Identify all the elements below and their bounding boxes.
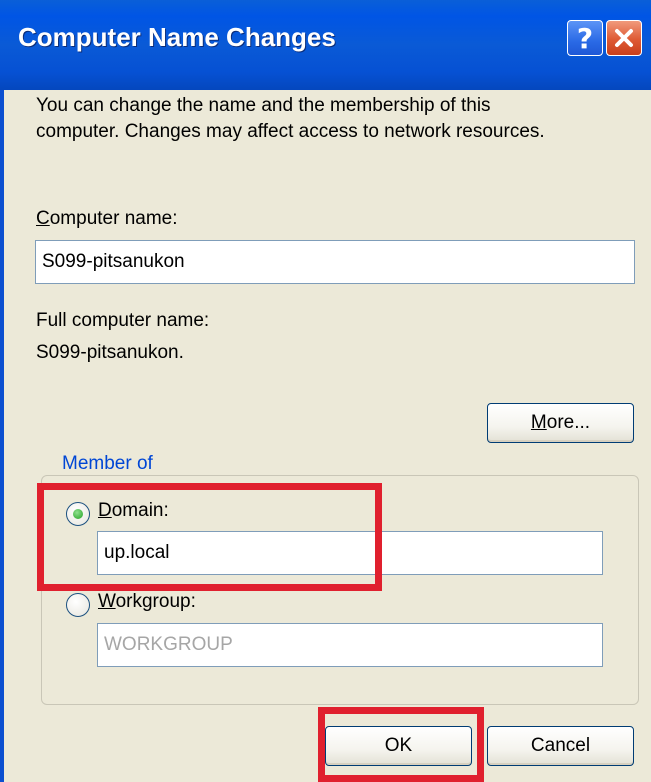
mnemonic: C (36, 208, 50, 229)
help-icon: ? (576, 21, 594, 55)
workgroup-label[interactable]: Workgroup: (98, 591, 196, 613)
member-of-label: Member of (58, 453, 157, 475)
description-line: You can change the name and the membersh… (36, 95, 491, 116)
title-bar[interactable]: Computer Name Changes ? (0, 0, 651, 90)
mnemonic: W (98, 591, 116, 612)
description-line: computer. Changes may affect access to n… (36, 121, 545, 142)
more-button[interactable]: More... (487, 403, 634, 443)
label-text: orkgroup: (115, 591, 196, 612)
computer-name-label: Computer name: (36, 208, 178, 230)
label-text: omain: (111, 500, 169, 521)
button-label: ore... (546, 412, 591, 433)
computer-name-changes-dialog: Computer Name Changes ? You can change t… (0, 0, 651, 782)
mnemonic: M (530, 412, 547, 433)
close-icon (615, 29, 633, 47)
dialog-body: You can change the name and the membersh… (4, 90, 651, 782)
domain-label[interactable]: Domain: (98, 500, 169, 522)
radio-selected-dot (73, 509, 83, 519)
workgroup-radio[interactable] (66, 593, 90, 617)
label-text: omputer name: (49, 208, 178, 229)
full-computer-name-label: Full computer name: (36, 310, 210, 331)
cancel-button[interactable]: Cancel (487, 726, 634, 766)
full-computer-name-value: S099-pitsanukon. (36, 342, 184, 363)
domain-radio[interactable] (66, 502, 90, 526)
help-button[interactable]: ? (567, 20, 603, 56)
ok-button[interactable]: OK (325, 726, 472, 766)
workgroup-input: WORKGROUP (97, 623, 603, 667)
computer-name-input[interactable]: S099-pitsanukon (35, 240, 635, 284)
domain-input[interactable]: up.local (97, 531, 603, 575)
description-text: You can change the name and the membersh… (36, 93, 636, 145)
mnemonic: D (98, 500, 112, 521)
window-title: Computer Name Changes (18, 22, 336, 52)
close-button[interactable] (606, 20, 642, 56)
